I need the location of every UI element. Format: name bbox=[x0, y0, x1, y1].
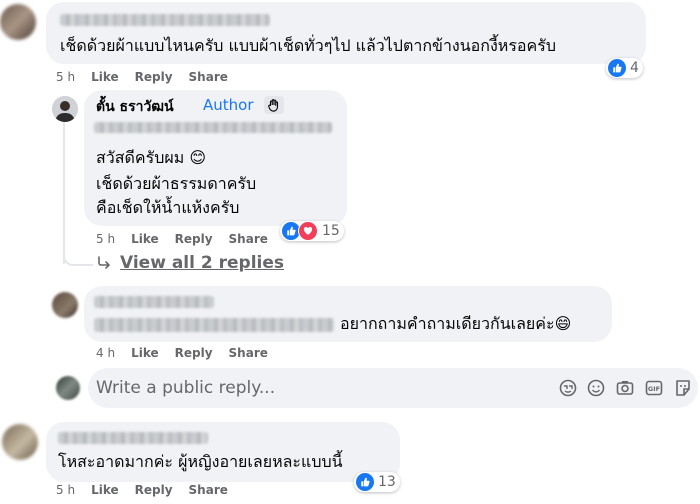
like-button[interactable]: Like bbox=[131, 232, 159, 246]
timestamp[interactable]: 5 h bbox=[56, 483, 75, 497]
reply-button[interactable]: Reply bbox=[135, 70, 173, 84]
reply-input[interactable]: Write a public reply... GIF bbox=[88, 368, 698, 408]
wave-badge-icon bbox=[264, 96, 284, 114]
share-button[interactable]: Share bbox=[229, 346, 268, 360]
reaction-summary[interactable]: 13 bbox=[354, 472, 400, 492]
like-button[interactable]: Like bbox=[131, 346, 159, 360]
comment-bubble: เช็ดด้วยผ้าแบบไหนครับ แบบผ้าเช็ดทั่วๆไป … bbox=[46, 2, 646, 64]
view-replies-link[interactable]: View all 2 replies bbox=[96, 253, 284, 273]
love-reaction-icon bbox=[298, 221, 318, 241]
like-reaction-icon bbox=[356, 473, 374, 491]
reaction-count: 13 bbox=[378, 474, 396, 490]
share-button[interactable]: Share bbox=[229, 232, 268, 246]
reply-line-1: สวัสดีครับผม 😊 bbox=[96, 148, 207, 167]
comment-actions: 5 h Like Reply Share bbox=[56, 483, 228, 497]
timestamp[interactable]: 5 h bbox=[56, 70, 75, 84]
commenter-name-redacted[interactable] bbox=[58, 432, 208, 444]
sticker-icon[interactable] bbox=[673, 378, 693, 402]
reply-button[interactable]: Reply bbox=[175, 346, 213, 360]
author-avatar[interactable] bbox=[52, 96, 78, 122]
commenter-name-redacted[interactable] bbox=[94, 296, 214, 308]
comment-bubble: โหสะอาดมากค่ะ ผู้หญิงอายเลยหละแบบนี้ bbox=[46, 422, 400, 482]
timestamp[interactable]: 4 h bbox=[96, 346, 115, 360]
reply-arrow-icon bbox=[98, 256, 110, 269]
reply-line-3: คือเช็ดให้น้ำแห้งครับ bbox=[96, 198, 240, 217]
reaction-count: 4 bbox=[630, 60, 639, 76]
avatar-sticker-icon[interactable] bbox=[558, 378, 578, 402]
reaction-count: 15 bbox=[322, 223, 340, 239]
reply-button[interactable]: Reply bbox=[175, 232, 213, 246]
reaction-summary[interactable]: 15 bbox=[280, 221, 344, 241]
author-badge: Author bbox=[203, 96, 254, 114]
reply-actions: 5 h Like Reply Share bbox=[96, 232, 268, 246]
view-replies-label[interactable]: View all 2 replies bbox=[120, 253, 284, 273]
emoji-icon[interactable] bbox=[586, 378, 606, 402]
share-button[interactable]: Share bbox=[189, 483, 228, 497]
like-button[interactable]: Like bbox=[91, 483, 119, 497]
mention-redacted[interactable] bbox=[94, 318, 334, 332]
like-button[interactable]: Like bbox=[91, 70, 119, 84]
commenter-avatar[interactable] bbox=[2, 424, 38, 460]
commenter-name-redacted[interactable] bbox=[60, 14, 270, 26]
reply-placeholder[interactable]: Write a public reply... bbox=[96, 378, 275, 398]
comment-text: โหสะอาดมากค่ะ ผู้หญิงอายเลยหละแบบนี้ bbox=[58, 452, 343, 471]
current-user-avatar[interactable] bbox=[56, 376, 80, 400]
comment-text: เช็ดด้วยผ้าแบบไหนครับ แบบผ้าเช็ดทั่วๆไป … bbox=[60, 36, 556, 55]
author-name[interactable]: ตั้น ธราวัฒน์ bbox=[96, 96, 174, 118]
thread-line bbox=[63, 122, 65, 264]
share-button[interactable]: Share bbox=[189, 70, 228, 84]
reply-line-2: เช็ดด้วยผ้าธรรมดาครับ bbox=[96, 174, 257, 193]
commenter-avatar[interactable] bbox=[52, 292, 78, 318]
timestamp[interactable]: 5 h bbox=[96, 232, 115, 246]
svg-text:GIF: GIF bbox=[648, 385, 660, 393]
gif-icon[interactable]: GIF bbox=[644, 378, 664, 402]
comment-actions: 5 h Like Reply Share bbox=[56, 70, 228, 84]
reaction-summary[interactable]: 4 bbox=[606, 58, 643, 78]
camera-icon[interactable] bbox=[615, 378, 635, 402]
commenter-avatar[interactable] bbox=[0, 4, 36, 40]
thread-connector bbox=[63, 244, 93, 266]
like-reaction-icon bbox=[608, 59, 626, 77]
comment-actions: 4 h Like Reply Share bbox=[96, 346, 268, 360]
author-reply-bubble: ตั้น ธราวัฒน์ Author สวัสดีครับผม 😊 เช็ด… bbox=[84, 90, 347, 226]
reply-button[interactable]: Reply bbox=[135, 483, 173, 497]
comment-text: อยากถามคำถามเดียวกันเลยค่ะ😄 bbox=[340, 314, 572, 333]
comment-bubble: อยากถามคำถามเดียวกันเลยค่ะ😄 bbox=[84, 286, 612, 342]
author-subtitle-redacted bbox=[94, 122, 332, 133]
